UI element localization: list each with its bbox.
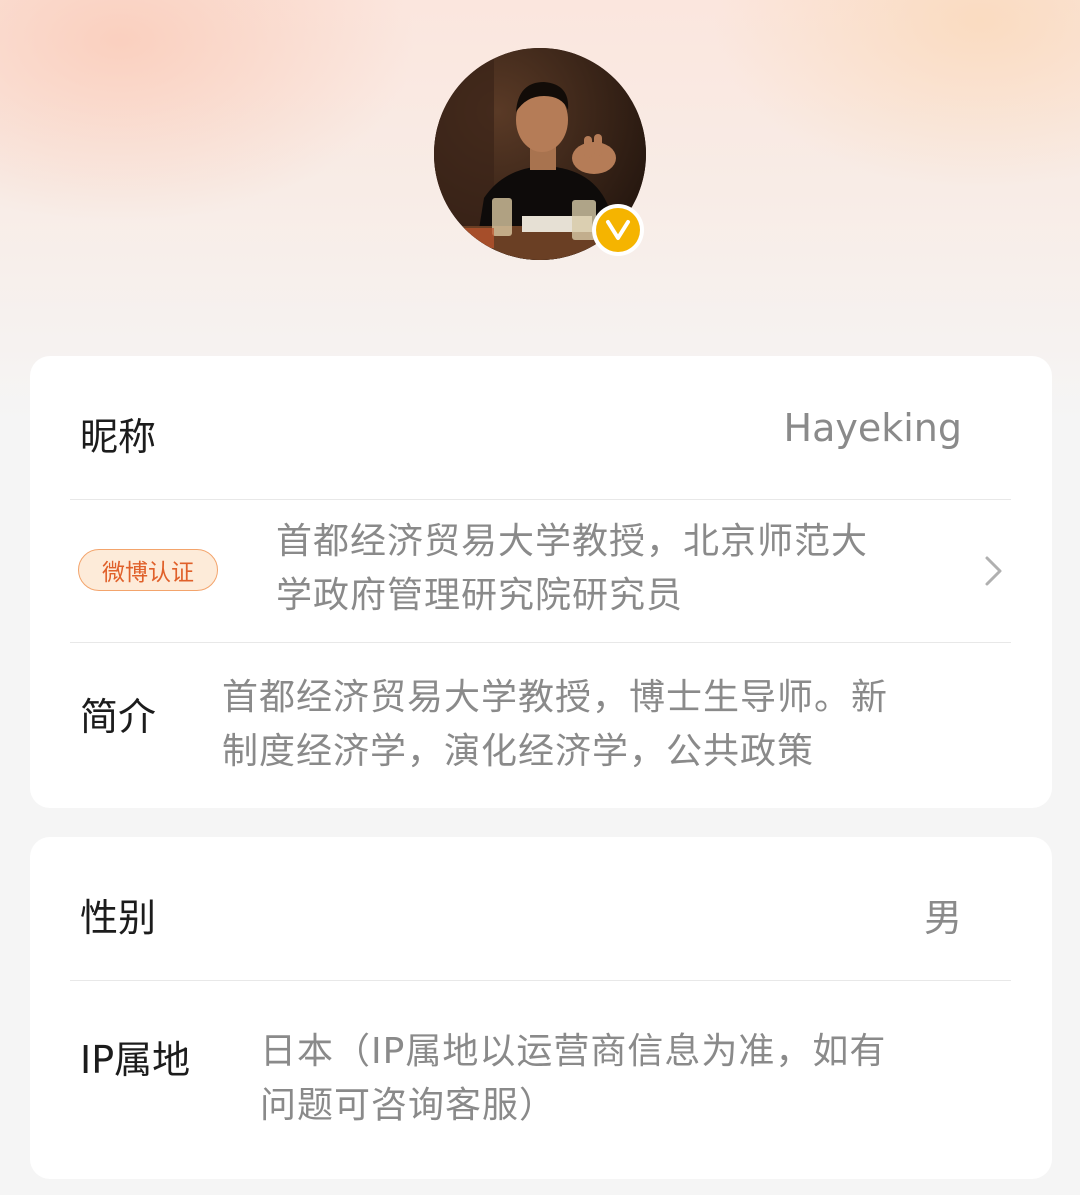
weibo-cert-chip: 微博认证	[78, 549, 218, 591]
nickname-label: 昵称	[80, 415, 157, 459]
ip-location-text: 日本（IP属地以运营商信息为准，如有 问题可咨询客服）	[260, 1025, 1000, 1133]
intro-text[interactable]: 首都经济贸易大学教授，博士生导师。新 制度经济学，演化经济学，公共政策	[222, 671, 982, 779]
verified-badge	[592, 204, 644, 256]
nickname-value[interactable]: Hayeking	[784, 406, 963, 450]
weibo-cert-row[interactable]: 微博认证 首都经济贸易大学教授，北京师范大 学政府管理研究院研究员	[30, 499, 1052, 642]
divider	[70, 980, 1011, 981]
intro-line-2: 制度经济学，演化经济学，公共政策	[222, 731, 815, 772]
ip-location-label: IP属地	[80, 1038, 191, 1082]
ip-line-2: 问题可咨询客服）	[260, 1085, 557, 1126]
verified-v-icon	[596, 208, 640, 252]
intro-label: 简介	[80, 695, 157, 739]
chevron-right-icon	[985, 556, 1002, 586]
divider	[70, 642, 1011, 643]
gender-label: 性别	[80, 896, 157, 940]
weibo-cert-text: 首都经济贸易大学教授，北京师范大 学政府管理研究院研究员	[276, 515, 956, 623]
cert-line-2: 学政府管理研究院研究员	[276, 575, 684, 616]
avatar-container[interactable]	[434, 48, 646, 260]
ip-line-1: 日本（IP属地以运营商信息为准，如有	[260, 1031, 887, 1072]
intro-line-1: 首都经济贸易大学教授，博士生导师。新	[222, 677, 889, 718]
personal-info-card: 性别 男 IP属地 日本（IP属地以运营商信息为准，如有 问题可咨询客服）	[30, 837, 1052, 1179]
gender-value[interactable]: 男	[924, 887, 962, 942]
cert-line-1: 首都经济贸易大学教授，北京师范大	[276, 521, 869, 562]
profile-info-card: 昵称 Hayeking 微博认证 首都经济贸易大学教授，北京师范大 学政府管理研…	[30, 356, 1052, 808]
